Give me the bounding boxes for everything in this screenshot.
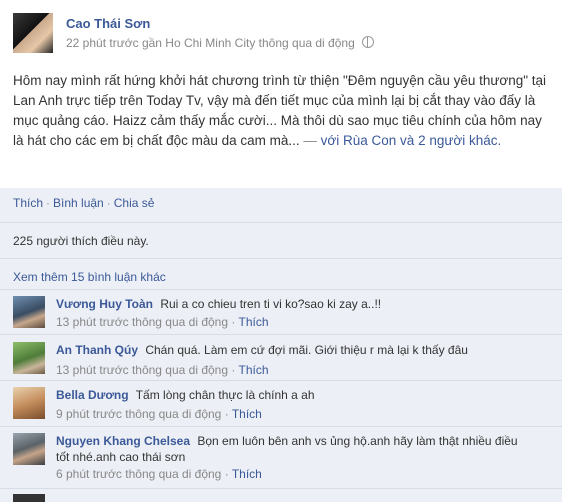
comment-meta: 13 phút trước thông qua di động · Thích (56, 315, 269, 329)
comment-time: 6 phút trước thông qua di động (56, 467, 222, 481)
divider (0, 258, 562, 259)
author-avatar[interactable] (13, 13, 53, 53)
commenter-avatar[interactable] (13, 342, 45, 374)
action-separator: · (106, 196, 111, 210)
commenter-name[interactable]: Bella Dương (56, 388, 129, 402)
comment-text: Chán quá. Làm em cứ đợi mãi. Giới thiệu … (145, 343, 468, 357)
commenter-avatar[interactable] (13, 296, 45, 328)
likes-count-link[interactable]: 225 người thích điều này. (13, 234, 149, 248)
like-button[interactable]: Thích (13, 196, 43, 210)
comment-time: 9 phút trước thông qua di động (56, 407, 222, 421)
commenter-name[interactable]: An Thanh Qúy (56, 343, 138, 357)
comment-button[interactable]: Bình luận (53, 196, 104, 210)
comment-like-button[interactable]: Thích (232, 407, 262, 421)
comment-text: Tấm lòng chân thực là chính a ah (135, 388, 315, 402)
divider (0, 222, 562, 223)
post-body: Hôm nay mình rất hứng khởi hát chương tr… (13, 71, 551, 151)
commenter-avatar[interactable] (13, 494, 45, 502)
divider (0, 380, 562, 381)
comment-meta: 13 phút trước thông qua di động · Thích (56, 363, 269, 377)
commenter-name[interactable]: Nguyen Khang Chelsea (56, 434, 190, 448)
comment-body: Bella Dương Tấm lòng chân thực là chính … (56, 387, 553, 403)
commenter-avatar[interactable] (13, 387, 45, 419)
comment-like-button[interactable]: Thích (238, 315, 268, 329)
comment-body: An Thanh Qúy Chán quá. Làm em cứ đợi mãi… (56, 342, 553, 358)
comment-meta: 9 phút trước thông qua di động · Thích (56, 407, 262, 421)
globe-icon (362, 36, 375, 48)
post-meta-text: 22 phút trước gần Ho Chi Minh City thông… (66, 36, 355, 50)
post-meta: 22 phút trước gần Ho Chi Minh City thông… (66, 36, 375, 50)
comment-time: 13 phút trước thông qua di động (56, 315, 229, 329)
comment-meta: 6 phút trước thông qua di động · Thích (56, 467, 262, 481)
author-name[interactable]: Cao Thái Sơn (66, 16, 150, 31)
divider (0, 334, 562, 335)
divider (0, 426, 562, 427)
comment-like-button[interactable]: Thích (232, 467, 262, 481)
commenter-avatar[interactable] (13, 433, 45, 465)
divider (0, 289, 562, 290)
divider (0, 488, 562, 489)
comment-time: 13 phút trước thông qua di động (56, 363, 229, 377)
comment-text: Rui a co chieu tren ti vi ko?sao ki zay … (160, 297, 382, 311)
commenter-name[interactable]: Vương Huy Toàn (56, 297, 153, 311)
comment-like-button[interactable]: Thích (238, 363, 268, 377)
comment-body: Nguyen Khang Chelsea Bọn em luôn bên anh… (56, 433, 526, 465)
with-dash: — (303, 133, 317, 148)
post-header: Cao Thái Sơn 22 phút trước gần Ho Chi Mi… (13, 13, 553, 57)
post-actions: Thích · Bình luận · Chia sẻ (13, 196, 154, 210)
likes-summary: 225 người thích điều này. (13, 234, 149, 248)
comment-body: Vương Huy Toàn Rui a co chieu tren ti vi… (56, 296, 553, 312)
tagged-friends-link[interactable]: với Rùa Con và 2 người khác. (321, 133, 502, 148)
share-button[interactable]: Chia sẻ (114, 196, 155, 210)
action-separator: · (46, 196, 51, 210)
view-more-comments-link[interactable]: Xem thêm 15 bình luận khác (13, 270, 166, 284)
